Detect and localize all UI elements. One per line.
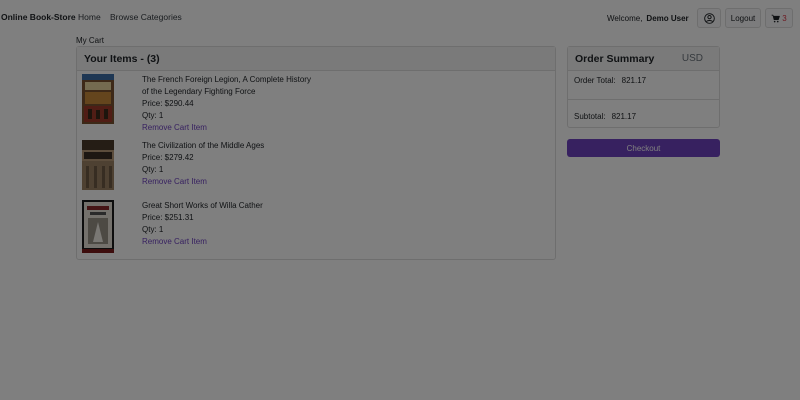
modal-backdrop-overlay[interactable] — [0, 0, 800, 400]
